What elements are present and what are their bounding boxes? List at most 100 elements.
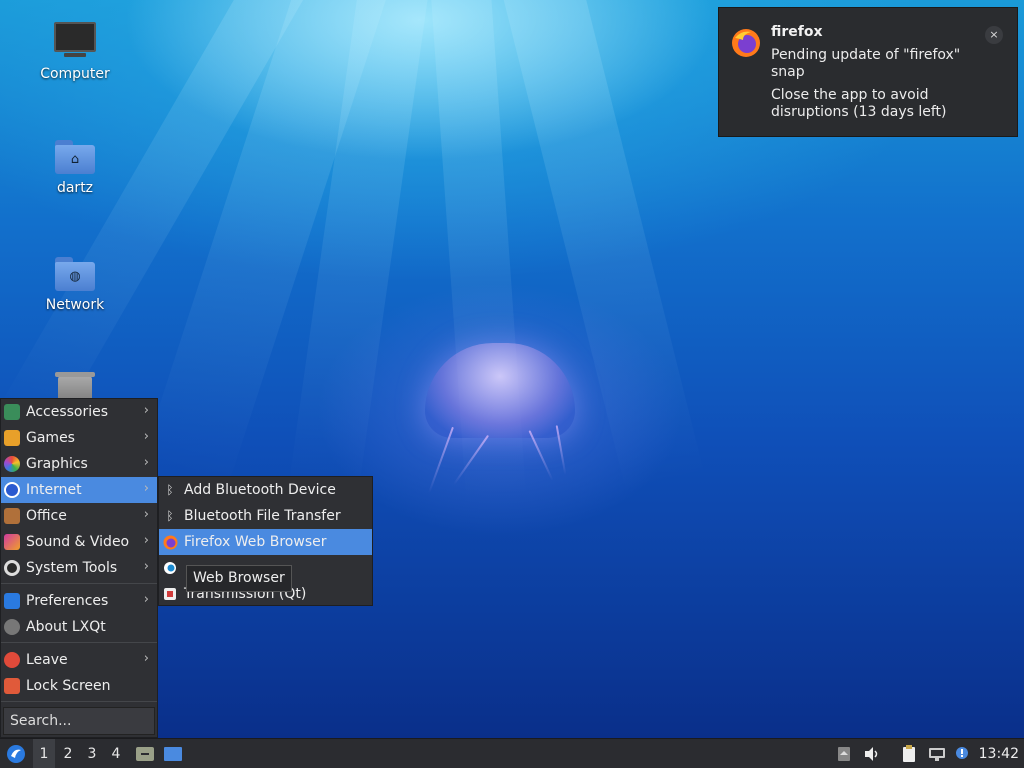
notification-text: snap (771, 64, 805, 80)
sound-video-icon (4, 534, 20, 550)
home-folder-icon: ⌂ (55, 140, 95, 174)
chevron-right-icon: › (143, 533, 149, 548)
chevron-right-icon: › (143, 403, 149, 418)
desktop-icon-home[interactable]: ⌂ dartz (25, 140, 125, 196)
menu-item-label: Internet (26, 482, 82, 498)
desktop-icon-label: Network (45, 297, 105, 313)
menu-item-office[interactable]: Office › (1, 503, 157, 529)
menu-item-label: Graphics (26, 456, 88, 472)
office-icon (4, 508, 20, 524)
workspace-4[interactable]: 4 (105, 739, 127, 768)
system-tools-icon (4, 560, 20, 576)
desktop-icon-network[interactable]: ◍ Network (25, 257, 125, 313)
computer-icon (54, 22, 96, 57)
workspace-1[interactable]: 1 (33, 739, 55, 768)
desktop-icon-label: Computer (40, 66, 110, 82)
submenu-item-firefox[interactable]: Firefox Web Browser (159, 529, 372, 555)
lock-icon (4, 678, 20, 694)
menu-item-label: Office (26, 508, 67, 524)
chevron-right-icon: › (143, 559, 149, 574)
desktop-icon-computer[interactable]: Computer (25, 22, 125, 82)
start-menu-button[interactable] (2, 739, 30, 768)
volume-icon (865, 747, 878, 761)
menu-item-label: Games (26, 430, 75, 446)
menu-item-label: Leave (26, 652, 68, 668)
menu-item-system-tools[interactable]: System Tools › (1, 555, 157, 581)
folder-icon (164, 747, 182, 761)
submenu-item-label: Bluetooth File Transfer (184, 508, 341, 524)
taskbar: 1 2 3 4 13:42 (0, 738, 1024, 768)
menu-item-games[interactable]: Games › (1, 425, 157, 451)
close-notification-button[interactable]: × (985, 26, 1003, 44)
show-desktop-icon (136, 747, 154, 761)
volume-button[interactable] (860, 739, 884, 768)
menu-item-sound-video[interactable]: Sound & Video › (1, 529, 157, 555)
application-menu: Accessories › Games › Graphics › Interne… (0, 398, 158, 738)
menu-item-label: Preferences (26, 593, 109, 609)
menu-item-about[interactable]: About LXQt (1, 614, 157, 640)
menu-separator (1, 701, 157, 702)
workspace-3[interactable]: 3 (81, 739, 103, 768)
bluetooth-icon: ᛒ (166, 509, 174, 523)
internet-icon (4, 482, 20, 498)
accessories-icon (4, 404, 20, 420)
clock[interactable]: 13:42 (979, 746, 1019, 762)
menu-item-label: System Tools (26, 560, 118, 576)
desktop-icon-label: dartz (56, 180, 94, 196)
file-manager-button[interactable] (160, 739, 186, 768)
browser-icon (162, 560, 178, 576)
network-button[interactable] (925, 739, 949, 768)
network-wired-icon (929, 748, 945, 761)
menu-item-label: About LXQt (26, 619, 106, 635)
chevron-right-icon: › (143, 592, 149, 607)
update-icon (956, 747, 968, 759)
submenu-item-label: Add Bluetooth Device (184, 482, 336, 498)
power-icon (4, 652, 20, 668)
network-folder-icon: ◍ (55, 257, 95, 291)
preferences-icon (4, 593, 20, 609)
clipboard-button[interactable] (897, 739, 921, 768)
notification-text: disruptions (13 days left) (771, 104, 947, 120)
clipboard-icon (903, 745, 915, 762)
update-notification[interactable]: firefox Pending update of "firefox" snap… (718, 7, 1018, 137)
firefox-icon (732, 29, 760, 57)
info-icon (4, 619, 20, 635)
notification-text: Close the app to avoid (771, 87, 929, 103)
games-icon (4, 430, 20, 446)
jellyfish-tentacle (428, 426, 454, 494)
menu-item-lock-screen[interactable]: Lock Screen (1, 673, 157, 699)
tray-up-icon (838, 747, 850, 761)
submenu-item-add-bluetooth[interactable]: ᛒ Add Bluetooth Device (159, 477, 372, 503)
update-notifier-button[interactable] (952, 739, 974, 768)
show-desktop-button[interactable] (132, 739, 158, 768)
menu-item-label: Sound & Video (26, 534, 130, 550)
graphics-icon (4, 456, 20, 472)
tray-expand-button[interactable] (833, 739, 855, 768)
chevron-right-icon: › (143, 481, 149, 496)
chevron-right-icon: › (143, 429, 149, 444)
lxqt-logo-icon (7, 745, 25, 763)
submenu-item-bluetooth-transfer[interactable]: ᛒ Bluetooth File Transfer (159, 503, 372, 529)
menu-item-preferences[interactable]: Preferences › (1, 588, 157, 614)
menu-separator (1, 583, 157, 584)
workspace-2[interactable]: 2 (57, 739, 79, 768)
chevron-right-icon: › (143, 507, 149, 522)
menu-item-internet[interactable]: Internet › (1, 477, 157, 503)
menu-item-accessories[interactable]: Accessories › (1, 399, 157, 425)
menu-item-leave[interactable]: Leave › (1, 647, 157, 673)
transmission-icon (162, 586, 178, 602)
chevron-right-icon: › (143, 651, 149, 666)
bluetooth-icon: ᛒ (166, 483, 174, 497)
menu-separator (1, 642, 157, 643)
submenu-item-label: Firefox Web Browser (184, 534, 327, 550)
chevron-right-icon: › (143, 455, 149, 470)
jellyfish (425, 343, 575, 438)
firefox-icon (162, 534, 178, 550)
menu-item-graphics[interactable]: Graphics › (1, 451, 157, 477)
menu-item-label: Accessories (26, 404, 109, 420)
tooltip: Web Browser (186, 565, 292, 592)
menu-item-label: Lock Screen (26, 678, 111, 694)
notification-text: Pending update of "firefox" (771, 47, 961, 63)
menu-search-input[interactable]: Search... (3, 707, 155, 735)
notification-title: firefox (771, 24, 823, 40)
